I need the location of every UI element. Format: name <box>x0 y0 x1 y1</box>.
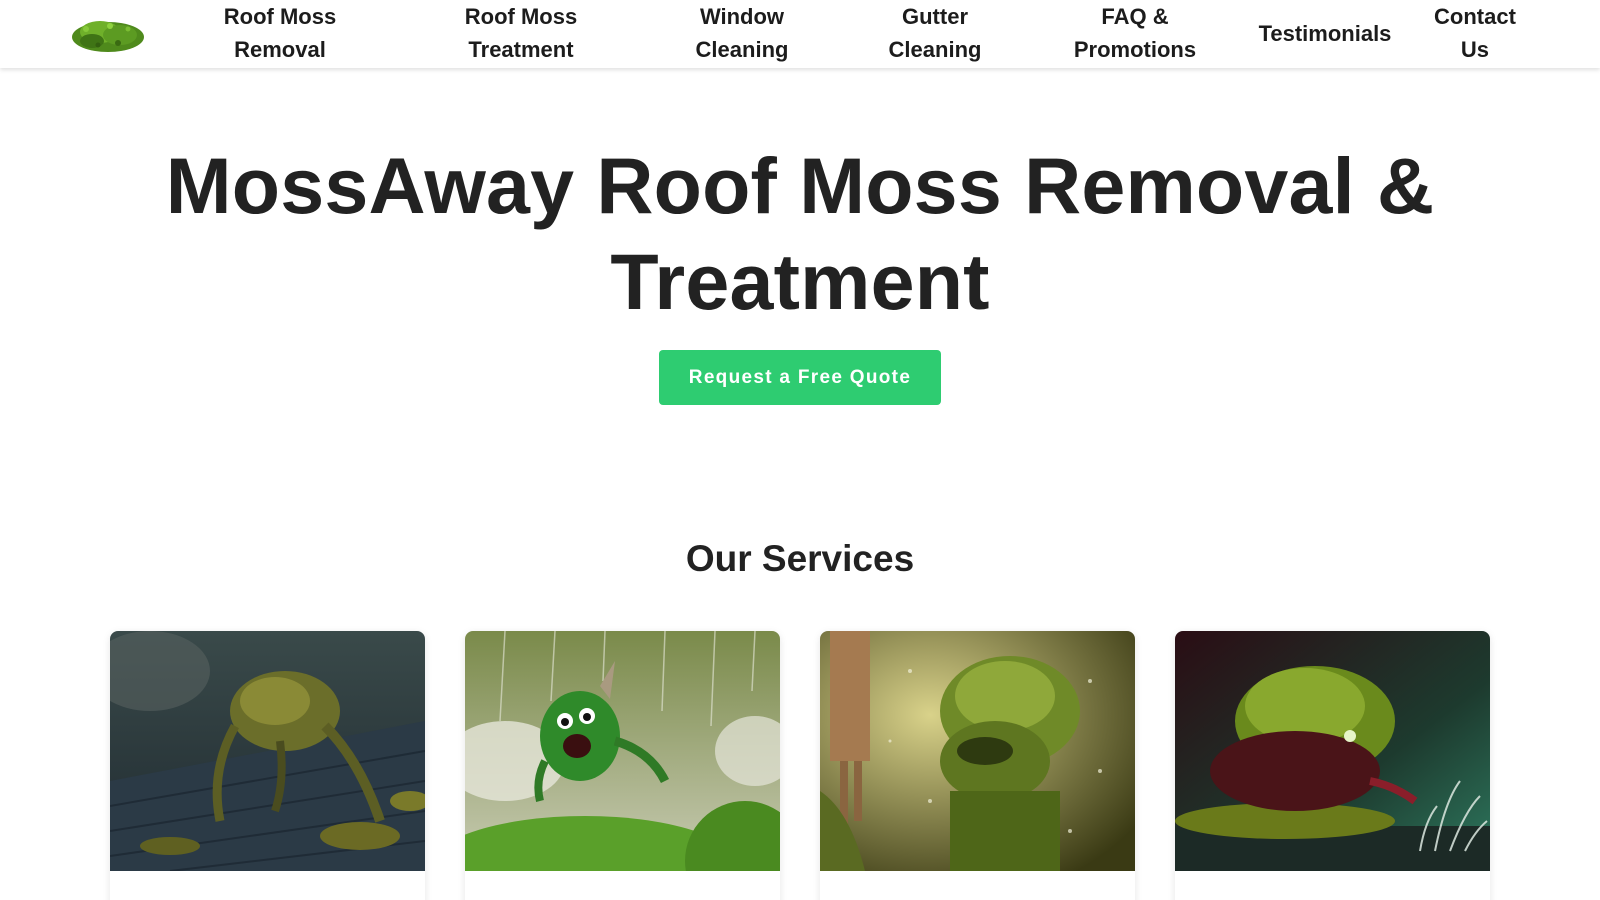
nav-label: Window <box>699 4 785 29</box>
moss-creature-window-image <box>820 631 1135 871</box>
nav-label: FAQ & <box>1101 4 1169 29</box>
nav-window-cleaning[interactable]: Window Cleaning <box>677 0 807 66</box>
nav-gutter-cleaning[interactable]: Gutter Cleaning <box>870 0 1000 66</box>
service-card-2[interactable] <box>465 631 780 900</box>
service-card-1[interactable] <box>110 631 425 900</box>
nav-faq-promotions[interactable]: FAQ & Promotions <box>1055 0 1215 66</box>
nav-contact-us[interactable]: Contact Us <box>1420 0 1530 66</box>
nav-label: Roof Moss <box>223 4 337 29</box>
nav-label: Testimonials <box>1258 20 1392 46</box>
hero-title: MossAway Roof Moss Removal & Treatment <box>0 138 1600 330</box>
nav-label: Cleaning <box>695 37 789 62</box>
hero-title-line-1: MossAway Roof Moss Removal & <box>165 141 1435 230</box>
moss-creature-on-roof-image <box>110 631 425 871</box>
nav-label: Contact <box>1434 4 1516 29</box>
nav-label: Roof Moss <box>464 4 578 29</box>
services-section-title: Our Services <box>685 538 915 579</box>
nav-label: Removal <box>234 37 326 62</box>
moss-monster-in-rain-image <box>465 631 780 871</box>
nav-roof-moss-removal[interactable]: Roof Moss Removal <box>205 0 355 66</box>
moss-creature-water-image <box>1175 631 1490 871</box>
nav-label: Us <box>1460 37 1490 62</box>
service-card-3[interactable] <box>820 631 1135 900</box>
moss-logo-icon[interactable] <box>70 15 146 55</box>
nav-label: Cleaning <box>888 37 982 62</box>
nav-label: Promotions <box>1073 37 1197 62</box>
site-header: Roof Moss Removal Roof Moss Treatment Wind… <box>0 0 1600 68</box>
nav-testimonials[interactable]: Testimonials <box>1245 0 1405 66</box>
nav-label: Gutter <box>902 4 968 29</box>
service-card-4[interactable] <box>1175 631 1490 900</box>
nav-label: Treatment <box>468 37 574 62</box>
nav-roof-moss-treatment[interactable]: Roof Moss Treatment <box>446 0 596 66</box>
hero-title-line-2: Treatment <box>610 237 990 326</box>
request-quote-button[interactable]: Request a Free Quote <box>659 350 941 405</box>
